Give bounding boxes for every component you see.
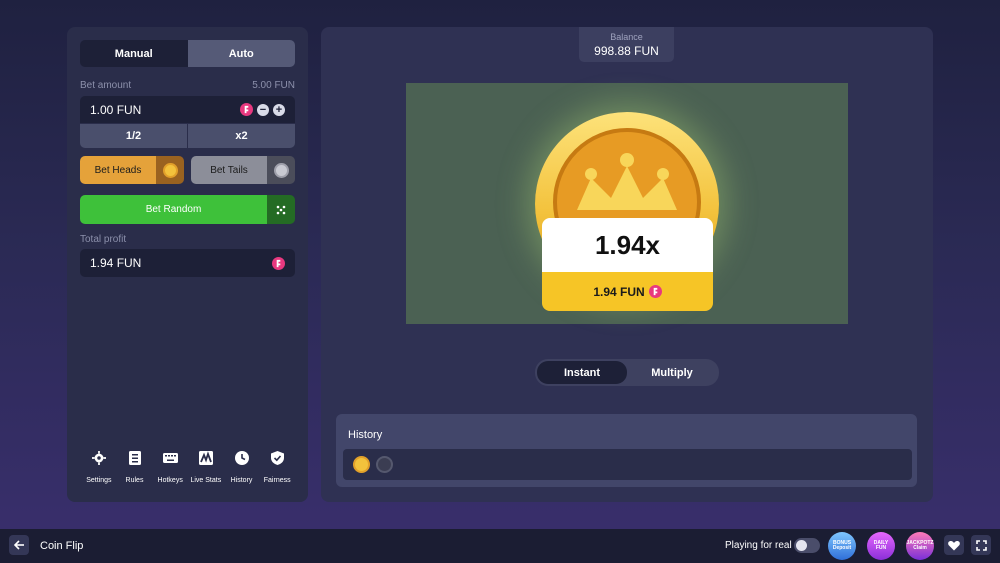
fullscreen-button[interactable] xyxy=(971,535,991,555)
playing-for-real-toggle[interactable] xyxy=(794,538,820,553)
bet-amount-input[interactable]: 1.00 FUN xyxy=(90,103,240,117)
history-heads-coin-icon xyxy=(353,456,370,473)
balance-label: Balance xyxy=(610,31,643,42)
settings-label: Settings xyxy=(86,477,112,484)
hotkeys-label: Hotkeys xyxy=(157,477,183,484)
total-profit-field: 1.94 FUN xyxy=(80,249,295,277)
bet-amount-label-row: Bet amount 5.00 FUN xyxy=(80,80,295,91)
promo-bonus-bottom: Deposit xyxy=(832,545,852,551)
bet-heads-label: Bet Heads xyxy=(80,156,156,184)
chart-icon xyxy=(198,450,214,466)
decrease-bet-button[interactable]: − xyxy=(257,103,269,116)
promo-jackpot-bottom: Claim xyxy=(913,545,927,551)
balance-value: 998.88 FUN xyxy=(594,43,659,58)
total-profit-value: 1.94 FUN xyxy=(90,256,142,270)
bet-mode-tabs: Manual Auto xyxy=(80,40,295,67)
live-stats-button[interactable]: Live Stats xyxy=(188,450,224,484)
fun-currency-icon xyxy=(648,285,662,298)
total-profit-label-row: Total profit xyxy=(80,234,295,245)
dice-icon xyxy=(267,195,295,224)
hotkeys-button[interactable]: Hotkeys xyxy=(152,450,188,484)
history-label: History xyxy=(230,477,253,484)
fullscreen-icon xyxy=(975,539,987,551)
playing-for-real-label: Playing for real xyxy=(725,540,792,551)
fun-currency-icon xyxy=(272,256,285,270)
back-button[interactable] xyxy=(9,535,29,555)
history-title: History xyxy=(348,429,383,441)
history-strip xyxy=(343,449,912,480)
bet-tails-label: Bet Tails xyxy=(191,156,267,184)
tails-coin-icon xyxy=(267,156,295,184)
promo-daily-bottom: FUN xyxy=(875,545,887,551)
gear-icon xyxy=(91,450,107,466)
arrow-left-icon xyxy=(13,540,24,550)
rules-label: Rules xyxy=(125,477,144,484)
heart-icon xyxy=(948,540,960,550)
clock-icon xyxy=(234,450,250,466)
shield-icon xyxy=(269,450,285,466)
keyboard-icon xyxy=(162,450,178,466)
mode-multiply[interactable]: Multiply xyxy=(627,361,717,384)
half-bet-button[interactable]: 1/2 xyxy=(80,124,187,148)
fun-currency-icon xyxy=(240,103,253,116)
document-icon xyxy=(127,450,143,466)
history-button[interactable]: History xyxy=(224,450,260,484)
bet-multiplier-row: 1/2 x2 xyxy=(80,124,295,148)
result-payout-row: 1.94 FUN xyxy=(542,272,713,311)
bet-random-label: Bet Random xyxy=(80,195,267,224)
panel-footer: Settings Rules Hotkeys Live Stats Histor… xyxy=(81,450,295,484)
bet-tails-button[interactable]: Bet Tails xyxy=(191,156,295,184)
tab-auto[interactable]: Auto xyxy=(187,40,295,67)
bonus-deposit-button[interactable]: BONUS Deposit xyxy=(828,532,856,560)
game-title: Coin Flip xyxy=(40,540,84,552)
history-tails-coin-icon xyxy=(376,456,393,473)
rules-button[interactable]: Rules xyxy=(117,450,153,484)
heads-coin-icon xyxy=(156,156,184,184)
tab-manual[interactable]: Manual xyxy=(80,40,188,67)
favorite-button[interactable] xyxy=(944,535,964,555)
fairness-label: Fairness xyxy=(263,477,291,484)
increase-bet-button[interactable]: + xyxy=(273,103,285,116)
double-bet-button[interactable]: x2 xyxy=(187,124,295,148)
live-stats-label: Live Stats xyxy=(190,477,222,484)
bet-random-button[interactable]: Bet Random xyxy=(80,195,295,224)
bet-amount-max: 5.00 FUN xyxy=(252,80,295,91)
balance-display: Balance 998.88 FUN xyxy=(579,27,674,62)
bet-amount-field[interactable]: 1.00 FUN − + xyxy=(80,96,295,123)
game-mode-toggle: Instant Multiply xyxy=(535,359,719,386)
bet-amount-label: Bet amount xyxy=(80,80,132,91)
mode-instant[interactable]: Instant xyxy=(537,361,627,384)
fairness-button[interactable]: Fairness xyxy=(259,450,295,484)
result-payout: 1.94 FUN xyxy=(593,284,645,299)
daily-fun-button[interactable]: DAILY FUN xyxy=(867,532,895,560)
bet-heads-button[interactable]: Bet Heads xyxy=(80,156,184,184)
bet-panel: Manual Auto Bet amount 5.00 FUN 1.00 FUN… xyxy=(67,27,308,502)
jackpot-claim-button[interactable]: JACKPOTZ Claim xyxy=(906,532,934,560)
result-multiplier: 1.94x xyxy=(542,218,713,272)
settings-button[interactable]: Settings xyxy=(81,450,117,484)
total-profit-label: Total profit xyxy=(80,234,127,245)
bottom-bar: Coin Flip Playing for real BONUS Deposit… xyxy=(0,529,1000,563)
history-panel: History xyxy=(336,414,917,487)
result-card: 1.94x 1.94 FUN xyxy=(542,218,713,311)
